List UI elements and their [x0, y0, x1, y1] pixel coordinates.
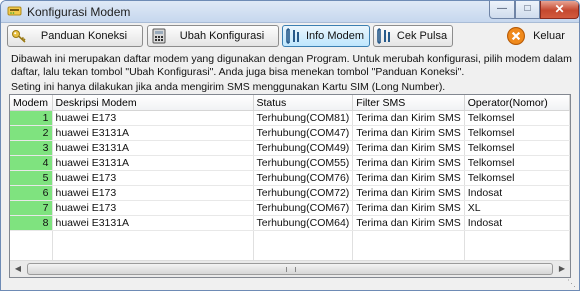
table-row[interactable]: 2 huawei E3131A Terhubung(COM47) Terima …: [10, 125, 570, 141]
modem-number: 5: [10, 170, 53, 186]
modem-operator: Telkomsel: [464, 170, 570, 186]
modem-number: 4: [10, 155, 53, 171]
keluar-label: Keluar: [533, 30, 565, 42]
modem-filter: Terima dan Kirim SMS: [352, 125, 465, 141]
col-header-filter[interactable]: Filter SMS: [352, 95, 465, 111]
table-row[interactable]: 4 huawei E3131A Terhubung(COM55) Terima …: [10, 155, 570, 171]
modem-filter: Terima dan Kirim SMS: [352, 110, 465, 126]
modem-table[interactable]: Modem Deskripsi Modem Status Filter SMS …: [9, 94, 571, 278]
modem-status: Terhubung(COM76): [253, 170, 354, 186]
table-row[interactable]: 3 huawei E3131A Terhubung(COM49) Terima …: [10, 140, 570, 156]
modem-status: Terhubung(COM64): [253, 215, 354, 231]
modem-filter: Terima dan Kirim SMS: [352, 140, 465, 156]
table-row[interactable]: 7 huawei E173 Terhubung(COM67) Terima da…: [10, 200, 570, 216]
modem-number: 7: [10, 200, 53, 216]
modem-filter: Terima dan Kirim SMS: [352, 170, 465, 186]
modem-filter: Terima dan Kirim SMS: [352, 185, 465, 201]
modem-status: Terhubung(COM55): [253, 155, 354, 171]
toolbar: Panduan Koneksi Ubah Konfigurasi Info Mo…: [1, 23, 579, 49]
scrollbar-thumb[interactable]: [27, 263, 553, 275]
keluar-button[interactable]: Keluar: [503, 25, 573, 47]
modem-status: Terhubung(COM72): [253, 185, 354, 201]
modem-description: huawei E173: [52, 110, 254, 126]
modem-status: Terhubung(COM67): [253, 200, 354, 216]
resize-grip-icon[interactable]: ⋱: [567, 278, 577, 288]
window-title: Konfigurasi Modem: [27, 5, 131, 19]
description-text: Dibawah ini merupakan daftar modem yang …: [11, 53, 572, 78]
table-header: Modem Deskripsi Modem Status Filter SMS …: [10, 95, 570, 111]
modem-number: 3: [10, 140, 53, 156]
info-modem-tab[interactable]: Info Modem: [282, 25, 370, 47]
modem-status: Terhubung(COM49): [253, 140, 354, 156]
cek-pulsa-button[interactable]: Cek Pulsa: [373, 25, 453, 47]
modem-status: Terhubung(COM47): [253, 125, 354, 141]
modem-filter: Terima dan Kirim SMS: [352, 155, 465, 171]
title-bar: Konfigurasi Modem — □ ✕: [1, 1, 579, 23]
scroll-left-arrow-icon[interactable]: ◀: [10, 261, 26, 277]
table-row[interactable]: 5 huawei E173 Terhubung(COM76) Terima da…: [10, 170, 570, 186]
panduan-koneksi-button[interactable]: Panduan Koneksi: [7, 25, 143, 47]
table-row[interactable]: 1 huawei E173 Terhubung(COM81) Terima da…: [10, 110, 570, 126]
modem-description: huawei E3131A: [52, 155, 254, 171]
modem-operator: Indosat: [464, 185, 570, 201]
modem-operator: Telkomsel: [464, 125, 570, 141]
cek-pulsa-label: Cek Pulsa: [396, 30, 448, 42]
table-row[interactable]: 8 huawei E3131A Terhubung(COM64) Terima …: [10, 215, 570, 231]
table-row[interactable]: 6 huawei E173 Terhubung(COM72) Terima da…: [10, 185, 570, 201]
ubah-konfigurasi-label: Ubah Konfigurasi: [179, 30, 265, 42]
modem-description: huawei E173: [52, 185, 254, 201]
sim-note-text: Seting ini hanya dilakukan jika anda men…: [11, 81, 446, 93]
modem-number: 6: [10, 185, 53, 201]
modem-operator: XL: [464, 200, 570, 216]
modem-filter: Terima dan Kirim SMS: [352, 215, 465, 231]
modem-description: huawei E173: [52, 170, 254, 186]
info-modem-label: Info Modem: [305, 30, 365, 42]
col-header-status[interactable]: Status: [253, 95, 354, 111]
horizontal-scrollbar[interactable]: ◀ ▶: [10, 260, 570, 277]
modem-list: Modem Deskripsi Modem Status Filter SMS …: [10, 95, 570, 276]
scroll-right-arrow-icon[interactable]: ▶: [554, 261, 570, 277]
modem-description: huawei E3131A: [52, 215, 254, 231]
minimize-button[interactable]: —: [489, 1, 515, 19]
close-button[interactable]: ✕: [540, 1, 579, 19]
modem-description: huawei E173: [52, 200, 254, 216]
col-header-modem[interactable]: Modem: [10, 95, 53, 111]
col-header-deskripsi[interactable]: Deskripsi Modem: [52, 95, 254, 111]
modem-description: huawei E3131A: [52, 125, 254, 141]
modem-operator: Telkomsel: [464, 110, 570, 126]
modem-filter: Terima dan Kirim SMS: [352, 200, 465, 216]
modem-operator: Telkomsel: [464, 140, 570, 156]
main-window: Konfigurasi Modem — □ ✕ Panduan Koneksi …: [0, 0, 580, 291]
maximize-button[interactable]: □: [515, 1, 540, 19]
col-header-operator[interactable]: Operator(Nomor): [464, 95, 570, 111]
modem-description: huawei E3131A: [52, 140, 254, 156]
modem-operator: Indosat: [464, 215, 570, 231]
modem-icon: [7, 6, 22, 16]
panduan-koneksi-label: Panduan Koneksi: [40, 30, 128, 42]
ubah-konfigurasi-button[interactable]: Ubah Konfigurasi: [147, 25, 279, 47]
modem-number: 8: [10, 215, 53, 231]
modem-number: 1: [10, 110, 53, 126]
modem-operator: Telkomsel: [464, 155, 570, 171]
modem-status: Terhubung(COM81): [253, 110, 354, 126]
modem-number: 2: [10, 125, 53, 141]
